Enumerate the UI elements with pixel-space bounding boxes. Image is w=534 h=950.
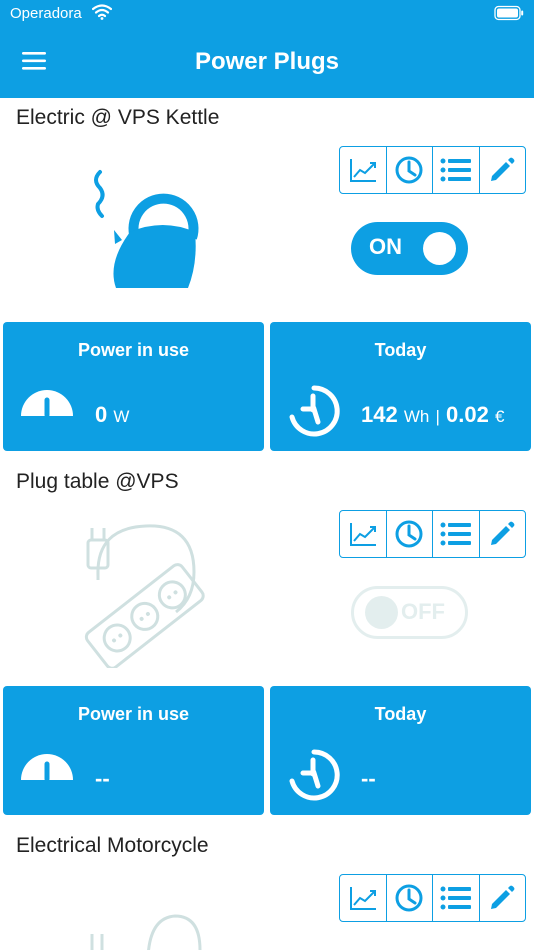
today-card: Today --: [270, 686, 531, 815]
gauge-icon: [18, 388, 76, 423]
chart-icon[interactable]: [340, 875, 387, 921]
device-toolbar: [339, 874, 526, 922]
today-card: Today 142 Wh | 0.02 €: [270, 322, 531, 451]
device-card-kettle: Electric @ VPS Kettle ON Power in use 0 …: [0, 98, 534, 462]
today-value: 142 Wh | 0.02 €: [361, 402, 505, 427]
card-title: Power in use: [77, 704, 190, 724]
device-toolbar: [339, 510, 526, 558]
carrier-name: Operadora: [10, 5, 82, 22]
gauge-icon: [18, 752, 76, 787]
wifi-icon: [91, 4, 113, 25]
list-icon[interactable]: [433, 511, 480, 557]
battery-icon: [494, 5, 524, 26]
list-icon[interactable]: [433, 147, 480, 193]
chart-icon[interactable]: [340, 147, 387, 193]
clock-icon[interactable]: [387, 147, 433, 193]
toggle-label: OFF: [401, 599, 445, 624]
chart-icon[interactable]: [340, 511, 387, 557]
nav-bar: Power Plugs: [0, 28, 534, 98]
edit-pencil-icon[interactable]: [480, 511, 526, 557]
toggle-knob: [365, 596, 398, 629]
clock-progress-icon: [287, 384, 341, 443]
today-value: --: [361, 766, 376, 791]
toggle-knob: [423, 232, 456, 265]
device-name: Plug table @VPS: [16, 470, 179, 493]
clock-progress-icon: [287, 748, 341, 807]
kettle-icon: [70, 148, 210, 293]
power-value: --: [95, 766, 110, 791]
power-toggle-on[interactable]: ON: [351, 222, 468, 275]
power-in-use-card: Power in use --: [3, 686, 264, 815]
status-bar: Operadora: [0, 0, 534, 28]
card-title: Power in use: [77, 340, 190, 360]
power-value: 0 W: [95, 402, 130, 427]
edit-pencil-icon[interactable]: [480, 147, 526, 193]
list-icon[interactable]: [433, 875, 480, 921]
power-toggle-off[interactable]: OFF: [351, 586, 468, 639]
page-title: Power Plugs: [194, 48, 340, 75]
device-toolbar: [339, 146, 526, 194]
edit-pencil-icon[interactable]: [480, 875, 526, 921]
device-card-plug-table: Plug table @VPS OFF Power in use -- Toda…: [0, 462, 534, 826]
device-card-motorcycle: Electrical Motorcycle: [0, 826, 534, 950]
power-strip-icon: [76, 518, 216, 673]
card-title: Today: [374, 704, 427, 724]
device-name: Electrical Motorcycle: [16, 834, 209, 857]
clock-icon[interactable]: [387, 875, 433, 921]
toggle-label: ON: [369, 234, 402, 259]
plug-icon: [80, 910, 210, 950]
device-name: Electric @ VPS Kettle: [16, 106, 220, 129]
clock-icon[interactable]: [387, 511, 433, 557]
power-in-use-card: Power in use 0 W: [3, 322, 264, 451]
card-title: Today: [374, 340, 427, 360]
